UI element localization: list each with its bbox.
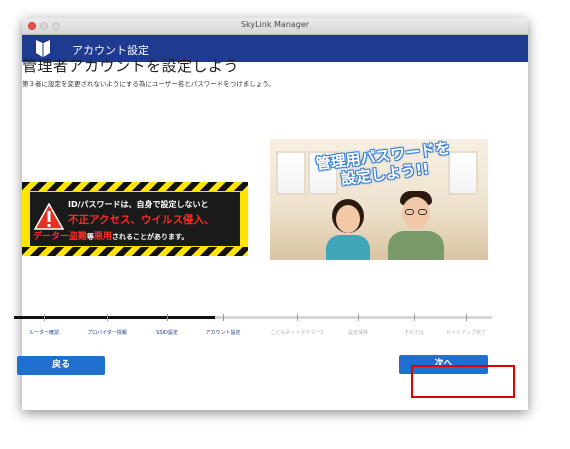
page-title: 管理者アカウントを設定しよう [22,57,240,75]
progress-tick [44,314,45,321]
setup-progress: ルーター確認 プロバイダー情報 SSID設定 アカウント設定 こどもネットタイマー2 設定… [14,314,492,340]
window-title: SkyLink Manager [240,20,310,29]
progress-tick [358,314,359,321]
progress-step-label: 設定保存 [347,330,369,336]
progress-tick [223,314,224,321]
page-subtitle: 第３者に設定を変更されないようにする為にユーザー名とパスワードをつけましょう。 [22,80,275,88]
promo-photo: 管理用パスワードを 設定しよう!! [270,139,488,260]
progress-tick [297,314,298,321]
warning-line-3: データー盗難等悪用されることがあります。 [33,229,188,242]
warning-line-2: 不正アクセス、ウイルス侵入、 [68,214,215,226]
warning-banner: ID/パスワードは、自身で設定しないと 不正アクセス、ウイルス侵入、 データー盗… [22,182,248,256]
progress-step-label: こどもネットタイマー2 [270,330,324,336]
warning-triangle-icon [34,203,64,230]
warning-line-3-b: 等 [87,233,95,241]
progress-step-label: ルーター確認 [28,330,60,336]
person-left [324,199,372,260]
progress-step-label: SSID設定 [156,330,178,336]
warning-line-3-a: データー盗難 [33,232,88,242]
person-right [388,191,444,260]
progress-tick [107,314,108,321]
warning-line-1: ID/パスワードは、自身で設定しないと [68,200,209,209]
back-button[interactable]: 戻る [17,356,105,375]
warning-line-3-d: されることがあります。 [112,233,189,241]
title-bar: SkyLink Manager [22,18,528,35]
progress-step-label: セットアップ完了 [445,330,487,336]
warning-panel: ID/パスワードは、自身で設定しないと 不正アクセス、ウイルス侵入、 データー盗… [30,192,240,246]
hazard-stripes-top [22,182,248,191]
hazard-stripes-bottom [22,247,248,256]
progress-step-label: プロバイダー情報 [87,330,127,336]
warning-line-3-c: 悪用 [94,232,113,242]
progress-step-label: それでは [404,330,424,336]
progress-step-label: アカウント設定 [205,330,241,336]
next-button-highlight [411,365,515,398]
progress-tick [167,314,168,321]
progress-tick [466,314,467,321]
progress-tick [414,314,415,321]
